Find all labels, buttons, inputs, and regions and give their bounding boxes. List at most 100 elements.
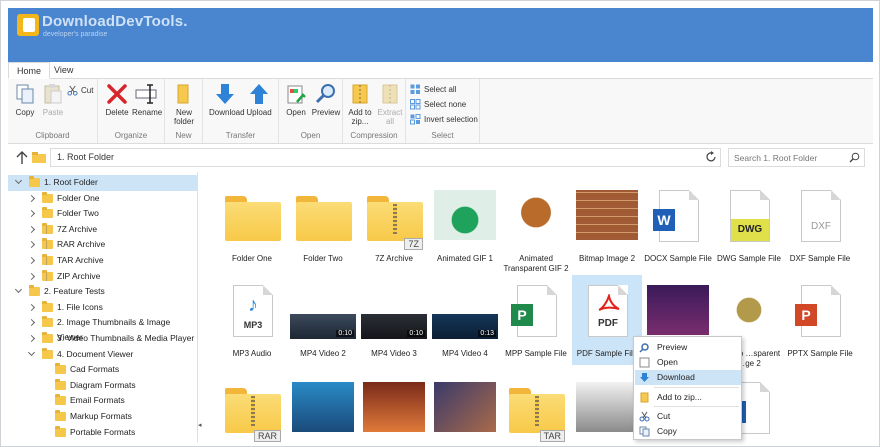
tab-view[interactable]: View [46, 62, 81, 79]
chevron-right-icon[interactable] [27, 256, 36, 265]
file-item-label: Folder One [231, 254, 273, 263]
invert-selection-button[interactable]: Invert selection [410, 113, 478, 126]
tree-item[interactable]: Folder Two [8, 206, 197, 222]
up-arrow-icon[interactable] [16, 151, 28, 165]
chevron-down-icon[interactable] [14, 286, 23, 294]
file-item[interactable] [430, 372, 500, 442]
tree-item[interactable]: 1. Root Folder [8, 175, 197, 191]
file-item-label: MPP Sample File [505, 349, 567, 358]
tab-home[interactable]: Home [8, 62, 51, 79]
chevron-right-icon[interactable] [27, 225, 36, 233]
address-bar: 1. Root Folder Search 1. Root Folder [8, 148, 873, 168]
document-icon: PDF [588, 285, 628, 337]
file-item[interactable]: DWG DWG Sample File [714, 180, 784, 270]
tree-item-label: 4. Document Viewer [57, 348, 134, 359]
tree-item[interactable]: 4. Document Viewer [8, 347, 197, 363]
file-item[interactable] [359, 372, 429, 442]
tree-item[interactable]: RAR Archive [8, 237, 197, 253]
tree-item[interactable]: 2. Image Thumbnails & Image Viewer [8, 315, 197, 342]
open-button[interactable]: Open [282, 82, 310, 117]
file-item[interactable] [572, 372, 642, 442]
new-folder-button[interactable]: New folder [170, 82, 198, 126]
tree-item[interactable]: Markup Formats [8, 409, 197, 425]
rename-button[interactable]: Rename [132, 82, 162, 117]
menu-item-add-to-zip[interactable]: Add to zip... [635, 390, 741, 405]
file-item[interactable]: 0:10 MP4 Video 3 [359, 275, 429, 365]
file-item[interactable]: P PPTX Sample File [785, 275, 855, 365]
select-all-button[interactable]: Select all [410, 83, 456, 96]
upload-button[interactable]: Upload [244, 82, 274, 117]
file-item[interactable]: Folder Two [288, 180, 358, 270]
copy-button[interactable]: Copy [11, 82, 39, 117]
tree-item[interactable]: 7Z Archive [8, 222, 197, 238]
chevron-right-icon[interactable] [27, 241, 36, 249]
refresh-icon[interactable] [705, 151, 717, 163]
file-thumbnail [430, 180, 500, 254]
archive-type-tag: TAR [539, 430, 565, 442]
group-label-clipboard: Clipboard [35, 131, 70, 140]
select-none-button[interactable]: Select none [410, 98, 466, 111]
file-item[interactable]: PDF PDF Sample File [572, 275, 642, 365]
chevron-right-icon[interactable] [27, 194, 36, 202]
file-item[interactable]: 0:13 MP4 Video 4 [430, 275, 500, 365]
menu-item-copy[interactable]: Copy [635, 424, 741, 439]
chevron-right-icon[interactable] [27, 319, 36, 327]
search-input[interactable]: Search 1. Root Folder [728, 148, 865, 167]
menu-item-cut[interactable]: Cut [635, 409, 741, 424]
file-item[interactable]: RAR [217, 372, 287, 442]
extract-all-button[interactable]: Extract all [376, 82, 404, 126]
tree-item-label: 2. Feature Tests [44, 286, 105, 297]
image-thumbnail [718, 285, 780, 335]
file-item[interactable]: W DOCX Sample File [643, 180, 713, 270]
chevron-down-icon[interactable] [14, 176, 23, 185]
file-item[interactable]: 0:10 MP4 Video 2 [288, 275, 358, 365]
tree-item[interactable]: Email Formats [8, 393, 197, 409]
file-thumbnail: 0:10 [359, 275, 429, 349]
paste-button[interactable]: Paste [39, 82, 67, 117]
tree-item[interactable]: 2. Feature Tests [8, 284, 197, 300]
chevron-right-icon[interactable] [27, 303, 36, 311]
folder-icon [42, 191, 53, 203]
tree-item[interactable]: Diagram Formats [8, 378, 197, 394]
breadcrumb[interactable]: 1. Root Folder [57, 152, 114, 162]
context-menu: Preview Open Download Add to zip... Cut Copy [633, 336, 742, 440]
tree-item[interactable]: Cad Formats [8, 362, 197, 378]
tree-item[interactable]: Portable Formats [8, 425, 197, 441]
file-item[interactable]: Folder One [217, 180, 287, 270]
menu-item-preview[interactable]: Preview [635, 340, 741, 355]
cut-button[interactable]: Cut [67, 84, 93, 97]
chevron-right-icon[interactable] [27, 334, 36, 343]
tree-item-label: ZIP Archive [57, 270, 101, 281]
file-item[interactable]: Animated GIF 1 [430, 180, 500, 270]
group-label-organize: Organize [114, 131, 148, 140]
delete-button[interactable]: Delete [103, 82, 131, 117]
download-icon [216, 84, 234, 104]
add-to-zip-button[interactable]: Add to zip... [345, 82, 375, 126]
search-icon[interactable] [849, 152, 860, 163]
music-note-icon: ♪ [248, 294, 258, 316]
file-item[interactable]: TAR [501, 372, 571, 442]
path-box[interactable] [50, 148, 721, 167]
chevron-right-icon[interactable] [27, 272, 36, 280]
group-new: New folder New [165, 79, 203, 143]
preview-button[interactable]: Preview [311, 82, 341, 117]
menu-item-download[interactable]: Download [635, 370, 741, 385]
tree-item[interactable]: TAR Archive [8, 253, 197, 269]
folder-icon [42, 332, 53, 343]
file-item[interactable]: DXF DXF Sample File [785, 180, 855, 270]
file-item[interactable]: Animated Transparent GIF 2 [501, 180, 571, 273]
file-item[interactable]: ♪ MP3 MP3 Audio [217, 275, 287, 365]
file-item[interactable] [288, 372, 358, 442]
menu-item-open[interactable]: Open [635, 355, 741, 370]
file-item[interactable]: Bitmap Image 2 [572, 180, 642, 270]
file-item[interactable]: P MPP Sample File [501, 275, 571, 365]
chevron-down-icon[interactable] [27, 348, 36, 356]
tree-item[interactable]: ZIP Archive [8, 269, 197, 285]
chevron-right-icon[interactable] [27, 210, 36, 218]
file-item[interactable]: 7Z 7Z Archive [359, 180, 429, 270]
download-button[interactable]: Download [209, 82, 245, 117]
tree-item[interactable]: Folder One [8, 191, 197, 207]
tree-item[interactable]: 1. File Icons [8, 300, 197, 316]
add-to-zip-label: Add to zip... [348, 108, 372, 126]
tree-item[interactable]: 3. Video Thumbnails & Media Player [8, 331, 197, 347]
